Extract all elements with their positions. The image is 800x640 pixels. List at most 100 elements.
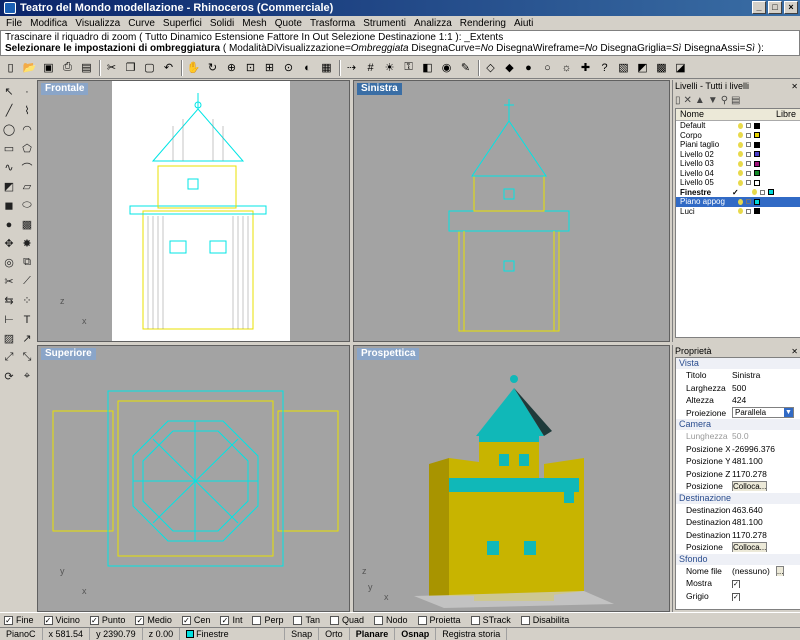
visibility-bulb-icon[interactable] <box>738 160 743 167</box>
select-all-icon[interactable]: ⇢ <box>343 59 360 76</box>
zoom-selected-icon[interactable]: ⊙ <box>280 59 297 76</box>
scale-icon[interactable]: ⤡ <box>18 348 36 367</box>
dimension-icon[interactable]: ⊢ <box>0 310 18 329</box>
layer-row[interactable]: Default <box>676 121 800 131</box>
osnap-option[interactable]: ✓ Medio <box>135 615 172 625</box>
property-value[interactable]: -26996.376 <box>732 444 775 454</box>
shaded-icon[interactable]: ◆ <box>501 59 518 76</box>
point-icon[interactable]: · <box>18 82 36 101</box>
checkbox[interactable]: ✓ <box>89 615 99 625</box>
viewport-label[interactable]: Sinistra <box>357 83 402 95</box>
layer-tools-icon[interactable]: ▤ <box>731 95 740 106</box>
osnap-option[interactable]: ✓ Fine <box>4 615 34 625</box>
layer-color-swatch[interactable] <box>754 151 760 158</box>
osnap-option[interactable]: ✓ Vicino <box>43 615 80 625</box>
osnap-option[interactable]: ✓ Int <box>220 615 242 625</box>
status-layer[interactable]: Finestre <box>180 627 286 640</box>
checkbox[interactable]: ✓ <box>220 615 230 625</box>
undo-icon[interactable]: ↶ <box>160 59 177 76</box>
pan-hand-icon[interactable]: ✋ <box>185 59 202 76</box>
checkbox[interactable] <box>329 615 339 625</box>
option-name[interactable]: DisegnaAssi <box>684 43 740 54</box>
visibility-bulb-icon[interactable] <box>738 122 743 129</box>
viewport-label[interactable]: Prospettica <box>357 348 420 360</box>
osnap-option[interactable]: Proietta <box>417 615 461 625</box>
command-area[interactable]: Trascinare il riquadro di zoom ( Tutto D… <box>0 30 800 56</box>
property-section-header[interactable]: Sfondo <box>676 553 800 565</box>
visibility-bulb-icon[interactable] <box>738 208 743 215</box>
split-icon[interactable]: ⟋ <box>18 272 36 291</box>
zoom-extents-icon[interactable]: ⊞ <box>261 59 278 76</box>
osnap-icon[interactable]: ✚ <box>577 59 594 76</box>
layer-color-swatch[interactable] <box>754 179 760 186</box>
status-planare[interactable]: Planare <box>350 627 396 640</box>
sphere-icon[interactable]: ○ <box>539 59 556 76</box>
render-icon[interactable]: ● <box>520 59 537 76</box>
zoom-window-icon[interactable]: ⊡ <box>242 59 259 76</box>
layer-icon[interactable]: ◧ <box>419 59 436 76</box>
layer-row[interactable]: Livello 03 <box>676 159 800 169</box>
browse-button[interactable]: ... <box>775 565 785 576</box>
menu-mesh[interactable]: Mesh <box>238 18 270 29</box>
layer-color-swatch[interactable] <box>754 208 760 215</box>
checkbox[interactable]: ✓ <box>43 615 53 625</box>
visibility-bulb-icon[interactable] <box>738 170 743 177</box>
hatch-icon[interactable]: ▨ <box>0 329 18 348</box>
analyze-tool-icon[interactable]: ⌖ <box>18 367 36 386</box>
colloca-button[interactable]: Colloca... <box>732 481 768 492</box>
arc-icon[interactable]: ◠ <box>18 120 36 139</box>
property-value[interactable]: 481.100 <box>732 456 763 466</box>
status-orto[interactable]: Orto <box>319 627 350 640</box>
move-up-icon[interactable]: ▲ <box>695 95 705 106</box>
viewport-prospettica[interactable]: Prospettica z y x <box>353 345 670 612</box>
layer-color-swatch[interactable] <box>754 198 760 205</box>
property-value[interactable]: 1170.278 <box>732 469 767 479</box>
light-icon[interactable]: ☼ <box>558 59 575 76</box>
polygon-icon[interactable]: ⬠ <box>18 139 36 158</box>
cylinder-icon[interactable]: ⬭ <box>18 196 36 215</box>
checkbox[interactable]: ✓ <box>181 615 191 625</box>
layer-row[interactable]: Livello 02 <box>676 150 800 160</box>
menu-curve[interactable]: Curve <box>124 18 159 29</box>
lock-icon[interactable] <box>746 170 751 176</box>
checkbox[interactable] <box>374 615 384 625</box>
layer-row[interactable]: Piano appog <box>676 197 800 207</box>
visibility-bulb-icon[interactable] <box>738 151 743 158</box>
viewport-label[interactable]: Superiore <box>41 348 96 360</box>
layer-color-swatch[interactable] <box>754 170 760 177</box>
layer-row[interactable]: Luci <box>676 207 800 217</box>
option-name[interactable]: DisegnaCurve <box>411 43 474 54</box>
menu-rendering[interactable]: Rendering <box>456 18 510 29</box>
menu-quote[interactable]: Quote <box>271 18 306 29</box>
lock-icon[interactable] <box>746 123 751 129</box>
panel-close-icon[interactable]: ✕ <box>791 82 800 91</box>
line-icon[interactable]: ╱ <box>0 101 18 120</box>
close-button[interactable]: × <box>784 1 798 14</box>
layer-row[interactable]: Corpo <box>676 131 800 141</box>
lock-icon[interactable] <box>746 208 751 214</box>
property-section-header[interactable]: Vista <box>676 358 800 369</box>
filter-icon[interactable]: ⚲ <box>721 95 728 106</box>
visibility-bulb-icon[interactable] <box>738 141 743 148</box>
property-section-header[interactable]: Camera <box>676 419 800 430</box>
osnap-option[interactable]: Nodo <box>374 615 408 625</box>
osnap-option[interactable]: Perp <box>252 615 283 625</box>
property-value[interactable]: (nessuno) <box>732 566 770 576</box>
surface-plane-icon[interactable]: ◩ <box>0 177 18 196</box>
maximize-button[interactable]: □ <box>768 1 782 14</box>
layer-color-swatch[interactable] <box>754 160 760 167</box>
viewport-sinistra[interactable]: Sinistra <box>353 80 670 342</box>
lock-icon[interactable]: ⚿ <box>400 59 417 76</box>
viewport-superiore[interactable]: Superiore y x <box>37 345 350 612</box>
undo-view-icon[interactable]: ◐ <box>299 59 316 76</box>
polyline-icon[interactable]: ⌇ <box>18 101 36 120</box>
layer-color-swatch[interactable] <box>754 141 760 148</box>
new-layer-icon[interactable]: ▯ <box>675 95 681 106</box>
lock-icon[interactable] <box>746 161 751 167</box>
option-name[interactable]: ModalitàDiVisualizzazione <box>229 43 345 54</box>
chevron-down-icon[interactable]: ▼ <box>784 408 793 418</box>
layer-row[interactable]: Piani taglio <box>676 140 800 150</box>
osnap-option[interactable]: Disabilita <box>520 615 569 625</box>
layer-row[interactable]: Finestre ✓ <box>676 188 800 198</box>
delete-layer-icon[interactable]: ✕ <box>684 95 692 106</box>
